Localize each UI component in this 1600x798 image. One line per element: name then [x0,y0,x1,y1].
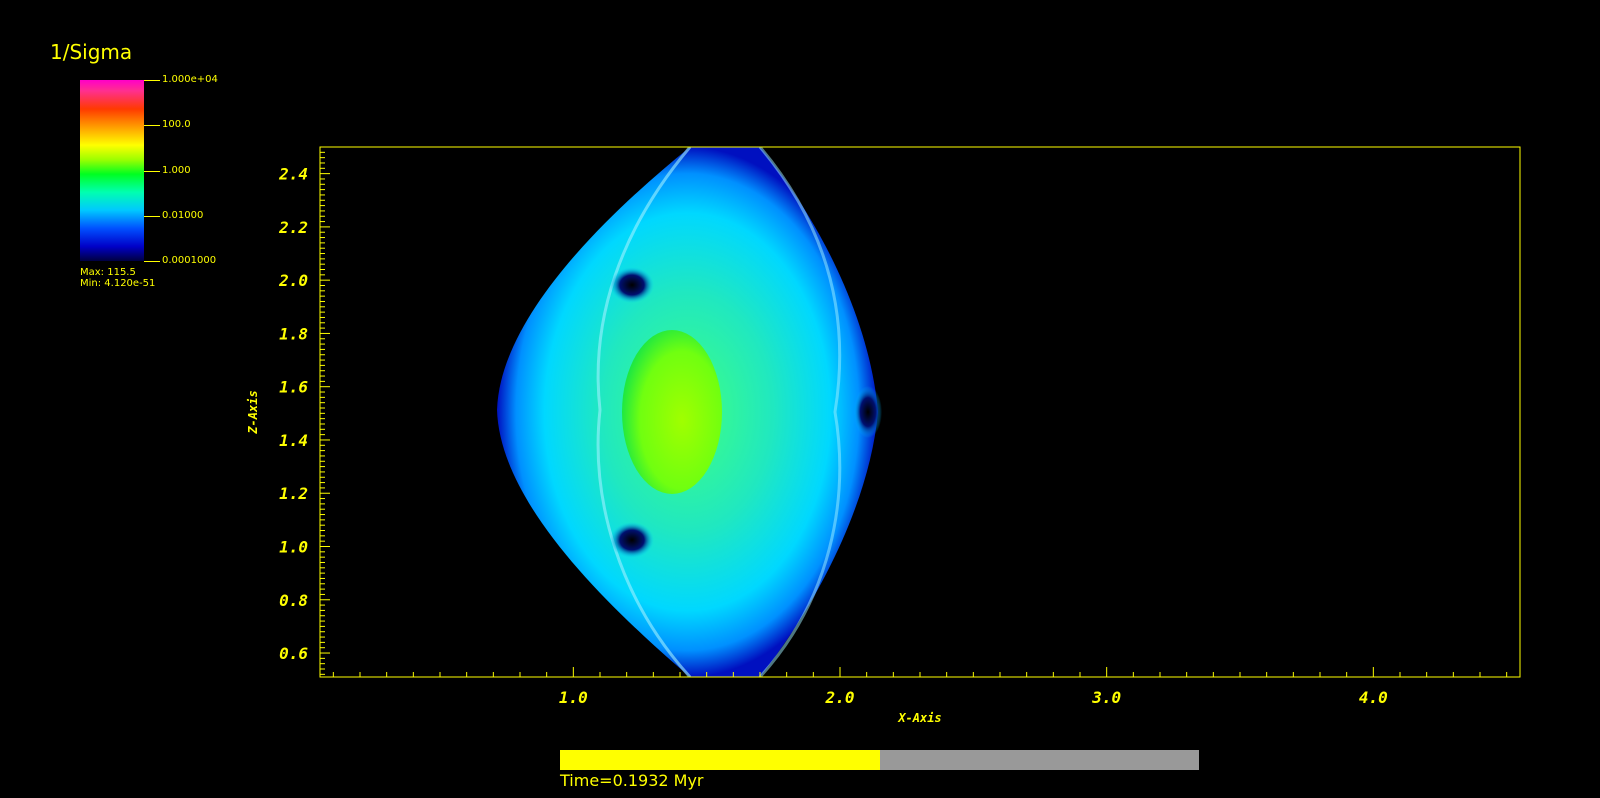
y-axis-label: Z-Axis [246,390,260,434]
y-tick-label: 0.8 [279,591,308,610]
x-tick-label: 3.0 [1091,688,1121,707]
y-tick-label: 2.0 [278,271,308,290]
x-axis-label: X-Axis [897,711,941,725]
x-tick-label: 2.0 [825,688,855,707]
y-tick-label: 1.4 [279,431,308,450]
density-field [497,147,882,677]
time-progress-fill [560,750,880,770]
y-tick-label: 1.2 [279,484,308,503]
time-progress-bar [560,750,1199,770]
x-tick-label: 4.0 [1359,688,1388,707]
y-tick-label: 2.4 [278,165,308,184]
y-tick-label: 1.0 [279,537,308,556]
y-tick-label: 2.2 [278,218,308,237]
y-tick-label: 0.6 [279,644,308,663]
y-tick-label: 1.6 [279,378,308,397]
x-tick-label: 1.0 [559,688,588,707]
y-tick-label: 1.8 [279,324,308,343]
time-label: Time=0.1932 Myr [560,771,704,790]
plot-area: 1.0 2.0 3.0 4.0 0.6 0.8 1.0 1.2 1.4 1.6 1.8 2.0 2.2… [246,146,1521,725]
